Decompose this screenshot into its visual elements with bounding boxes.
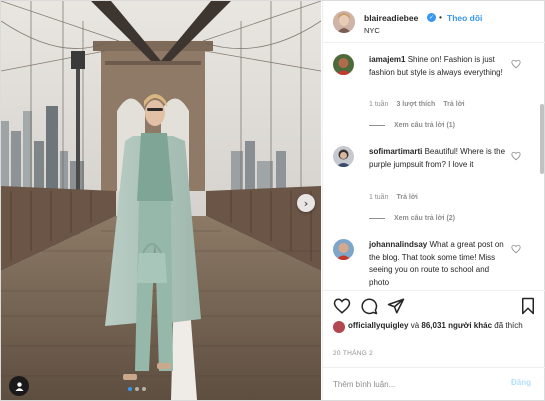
heart-icon[interactable] bbox=[333, 297, 351, 315]
view-replies-button[interactable]: Xem câu trả lời (2) bbox=[369, 215, 455, 222]
comments-scrollbar[interactable] bbox=[540, 104, 544, 174]
view-replies-button[interactable]: Xem câu trả lời (1) bbox=[369, 122, 455, 129]
post-comment-button[interactable]: Đăng bbox=[511, 378, 531, 387]
carousel-dot bbox=[142, 387, 146, 391]
likes-suffix: đã thích bbox=[494, 321, 523, 330]
likes-and: và bbox=[410, 321, 420, 330]
likes-count[interactable]: 86,031 người khác bbox=[421, 321, 492, 330]
bookmark-icon[interactable] bbox=[519, 297, 537, 315]
replies-divider bbox=[369, 218, 385, 219]
comment-meta: 1 tuần Trả lời bbox=[369, 194, 418, 201]
share-icon[interactable] bbox=[387, 297, 405, 315]
reply-button[interactable]: Trả lời bbox=[396, 194, 417, 201]
instagram-post-modal: › blaireadiebee ✓ • Theo dõi NYC iamajem… bbox=[0, 0, 545, 401]
avatar-photo bbox=[333, 11, 355, 33]
header-separator: • bbox=[439, 12, 442, 22]
likes-text: officiallyquigley và 86,031 người khác đ… bbox=[348, 320, 528, 332]
commenter-avatar[interactable] bbox=[333, 54, 354, 75]
commenter-avatar[interactable] bbox=[333, 239, 354, 260]
heart-icon[interactable] bbox=[511, 151, 521, 161]
heart-icon[interactable] bbox=[511, 244, 521, 254]
comment-meta: 1 tuần 3 lượt thích Trả lời bbox=[369, 101, 465, 108]
avatar-photo bbox=[333, 239, 354, 260]
next-photo-button[interactable]: › bbox=[297, 194, 315, 212]
carousel-dot bbox=[128, 387, 132, 391]
follow-button[interactable]: Theo dõi bbox=[447, 13, 482, 23]
comment-time[interactable]: 1 tuần bbox=[369, 101, 388, 108]
view-replies-label: Xem câu trả lời (2) bbox=[394, 215, 455, 222]
comment-body: iamajem1 Shine on! Fashion is just fashi… bbox=[369, 54, 509, 79]
comment-username[interactable]: johannalindsay bbox=[369, 240, 427, 249]
comment-username[interactable]: iamajem1 bbox=[369, 55, 405, 64]
person-icon bbox=[15, 381, 23, 391]
post-header: blaireadiebee ✓ • Theo dõi NYC bbox=[323, 1, 545, 43]
avatar-photo bbox=[333, 146, 354, 167]
post-date[interactable]: 20 THÁNG 2 bbox=[333, 350, 373, 357]
chevron-right-icon: › bbox=[303, 196, 309, 210]
post-actions: officiallyquigley và 86,031 người khác đ… bbox=[323, 290, 545, 400]
commenter-avatar[interactable] bbox=[333, 146, 354, 167]
author-avatar[interactable] bbox=[333, 11, 355, 33]
comments-list[interactable]: iamajem1 Shine on! Fashion is just fashi… bbox=[323, 44, 545, 290]
comment-time[interactable]: 1 tuần bbox=[369, 194, 388, 201]
comment-username[interactable]: sofimartimarti bbox=[369, 147, 422, 156]
add-comment-box: Đăng bbox=[323, 367, 545, 401]
location-link[interactable]: NYC bbox=[364, 26, 380, 35]
heart-icon[interactable] bbox=[511, 59, 521, 69]
reply-button[interactable]: Trả lời bbox=[443, 101, 464, 108]
bridge-photo-illustration bbox=[1, 1, 321, 400]
comment-likes[interactable]: 3 lượt thích bbox=[396, 101, 435, 108]
liker-username[interactable]: officiallyquigley bbox=[348, 321, 408, 330]
comment-icon[interactable] bbox=[360, 297, 378, 315]
replies-divider bbox=[369, 125, 385, 126]
post-details-panel: blaireadiebee ✓ • Theo dõi NYC iamajem1 bbox=[322, 1, 545, 400]
carousel-indicator bbox=[128, 387, 146, 391]
comment-input[interactable] bbox=[333, 377, 493, 391]
author-username[interactable]: blaireadiebee bbox=[364, 13, 418, 23]
liker-avatar[interactable] bbox=[333, 321, 345, 333]
post-photo[interactable]: › bbox=[1, 1, 321, 400]
comment-body: sofimartimarti Beautiful! Where is the p… bbox=[369, 146, 509, 171]
comment-body: johannalindsay What a great post on the … bbox=[369, 239, 509, 289]
tagged-users-button[interactable] bbox=[9, 376, 29, 396]
verified-badge-icon: ✓ bbox=[427, 13, 436, 22]
carousel-dot bbox=[135, 387, 139, 391]
avatar-photo bbox=[333, 54, 354, 75]
view-replies-label: Xem câu trả lời (1) bbox=[394, 122, 455, 129]
